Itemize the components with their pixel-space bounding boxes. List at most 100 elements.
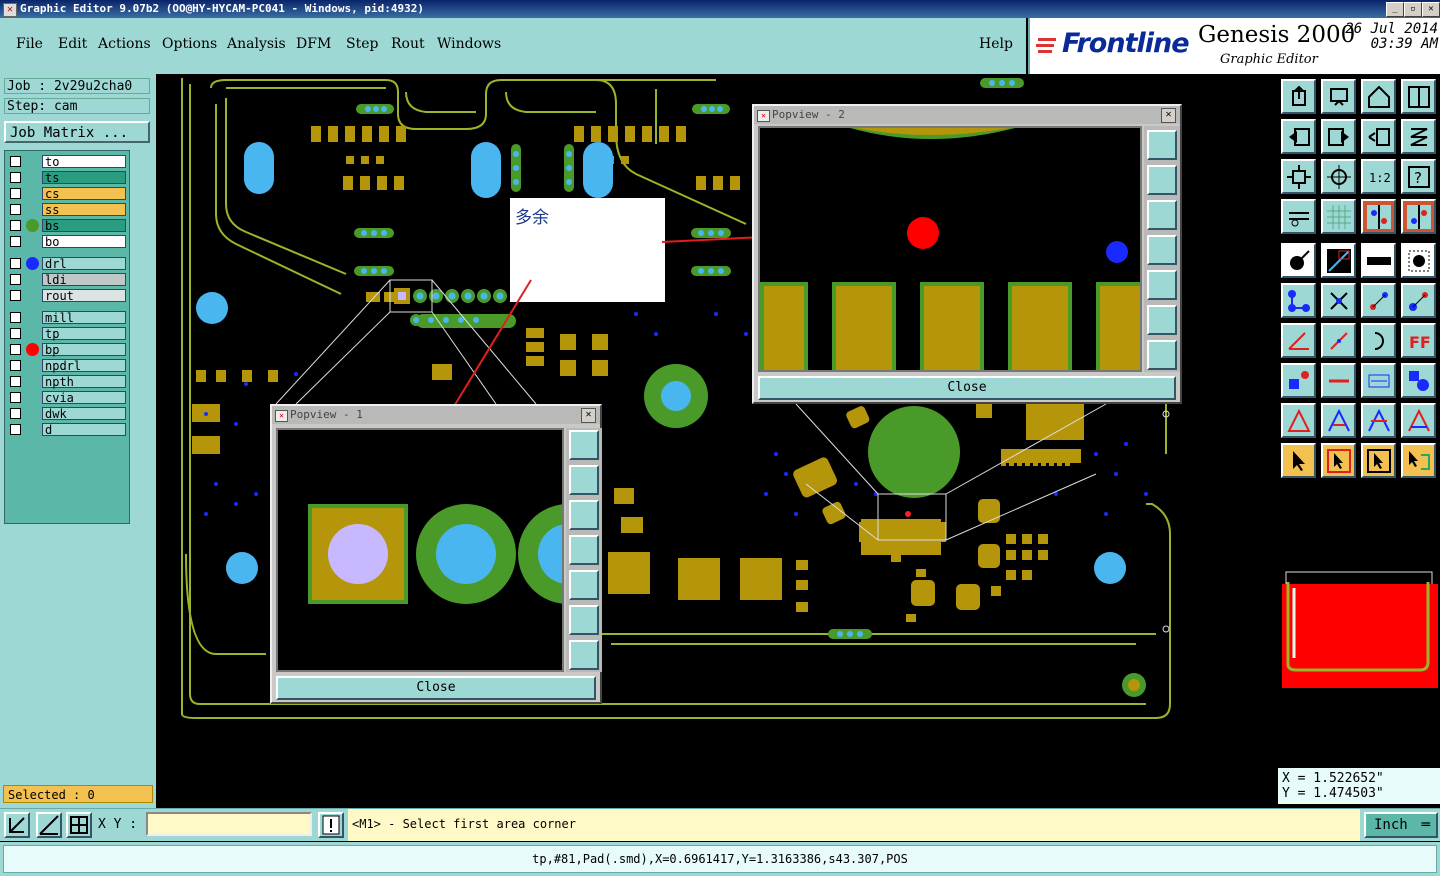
corner-feature-icon[interactable]	[1281, 363, 1316, 398]
layer-row-bo[interactable]: bo	[7, 235, 127, 249]
triangle-c-icon[interactable]	[1401, 403, 1436, 438]
layer-name[interactable]: d	[42, 423, 126, 437]
layer-name[interactable]: ts	[42, 171, 126, 185]
pan-left-icon[interactable]	[1281, 119, 1316, 154]
layer-name[interactable]: bs	[42, 219, 126, 233]
layer-name[interactable]: to	[42, 155, 126, 169]
layer-row-bp[interactable]: bp	[7, 343, 127, 357]
node-connect-icon[interactable]	[1281, 283, 1316, 318]
layer-name[interactable]: tp	[42, 327, 126, 341]
close-window-button[interactable]: ✕	[1422, 2, 1440, 17]
layer-row-to[interactable]: to	[7, 155, 127, 169]
layer-row-d[interactable]: d	[7, 423, 127, 437]
layer-name[interactable]: dwk	[42, 407, 126, 421]
menu-file[interactable]: File	[16, 36, 43, 52]
zoom-in-icon[interactable]	[569, 605, 599, 635]
layer-checkbox[interactable]	[10, 392, 21, 403]
layer-checkbox[interactable]	[10, 220, 21, 231]
menu-rout[interactable]: Rout	[391, 36, 425, 52]
layer-row-ldi[interactable]: ldi	[7, 273, 127, 287]
grid-snap-icon[interactable]	[66, 812, 92, 838]
flip-f-icon[interactable]: FF	[1401, 323, 1436, 358]
add-point-icon[interactable]	[1401, 283, 1436, 318]
pan-right-icon[interactable]	[569, 570, 599, 600]
arc-icon[interactable]	[1361, 323, 1396, 358]
layer-checkbox[interactable]	[10, 156, 21, 167]
house-icon[interactable]	[1361, 79, 1396, 114]
layer-name[interactable]: cs	[42, 187, 126, 201]
cross-cut-icon[interactable]	[1321, 283, 1356, 318]
pan-up-icon[interactable]	[569, 465, 599, 495]
popview-2-view[interactable]	[758, 126, 1142, 372]
shapes-icon[interactable]	[1401, 363, 1436, 398]
layer-name[interactable]: npth	[42, 375, 126, 389]
menu-windows[interactable]: Windows	[437, 36, 501, 52]
layer-row-npdrl[interactable]: npdrl	[7, 359, 127, 373]
layer-row-npth[interactable]: npth	[7, 375, 127, 389]
layer-down-icon[interactable]	[1321, 79, 1356, 114]
angle-snap-icon[interactable]	[36, 812, 62, 838]
minimize-button[interactable]: _	[1386, 2, 1404, 17]
rotate-icon[interactable]	[1361, 119, 1396, 154]
zoom-fit-icon[interactable]	[569, 430, 599, 460]
dimension-icon[interactable]	[1361, 363, 1396, 398]
layer-name[interactable]: ldi	[42, 273, 126, 287]
measure-tool-icon[interactable]	[1281, 199, 1316, 234]
popview-1-view[interactable]	[276, 428, 564, 672]
pointer-box-icon[interactable]	[1321, 443, 1356, 478]
snap-red-icon[interactable]	[1361, 199, 1396, 234]
layer-row-drl[interactable]: drl	[7, 257, 127, 271]
layer-name[interactable]: drl	[42, 257, 126, 271]
pan-right-icon[interactable]	[1147, 270, 1177, 300]
popview-2-close-button[interactable]: Close	[758, 376, 1176, 400]
grid-icon[interactable]	[1321, 199, 1356, 234]
snap-icon[interactable]	[4, 812, 30, 838]
pan-left-icon[interactable]	[1147, 235, 1177, 265]
zoom-out-icon[interactable]	[1147, 340, 1177, 370]
layer-row-dwk[interactable]: dwk	[7, 407, 127, 421]
draw-line-icon[interactable]	[1321, 243, 1356, 278]
window-split-icon[interactable]	[1401, 79, 1436, 114]
layer-name[interactable]: rout	[42, 289, 126, 303]
select-feature-icon[interactable]	[1281, 243, 1316, 278]
dotted-select-icon[interactable]	[1401, 243, 1436, 278]
pan-up-icon[interactable]	[1147, 165, 1177, 195]
scale-1-2-icon[interactable]: 1:2	[1361, 159, 1396, 194]
layer-row-rout[interactable]: rout	[7, 289, 127, 303]
menu-actions[interactable]: Actions	[98, 36, 151, 52]
pan-left-icon[interactable]	[569, 535, 599, 565]
info-icon[interactable]	[318, 812, 344, 838]
zoom-out-icon[interactable]	[569, 640, 599, 670]
triangle-a-icon[interactable]	[1321, 403, 1356, 438]
horizontal-line-icon[interactable]	[1321, 363, 1356, 398]
layer-name[interactable]: npdrl	[42, 359, 126, 373]
layer-checkbox[interactable]	[10, 312, 21, 323]
pan-down-icon[interactable]	[1147, 200, 1177, 230]
pointer-frame-icon[interactable]	[1361, 443, 1396, 478]
zoom-center-icon[interactable]	[1321, 159, 1356, 194]
pan-down-icon[interactable]	[569, 500, 599, 530]
layer-row-tp[interactable]: tp	[7, 327, 127, 341]
layer-checkbox[interactable]	[10, 424, 21, 435]
layer-name[interactable]: ss	[42, 203, 126, 217]
popview-1-close-x[interactable]: ✕	[581, 408, 596, 423]
layer-checkbox[interactable]	[10, 344, 21, 355]
menu-help[interactable]: Help	[979, 36, 1013, 52]
layer-row-ss[interactable]: ss	[7, 203, 127, 217]
layer-name[interactable]: bo	[42, 235, 126, 249]
overview-map[interactable]	[1280, 568, 1440, 688]
menu-dfm[interactable]: DFM	[296, 36, 331, 52]
job-matrix-button[interactable]: Job Matrix ...	[4, 121, 150, 143]
fit-view-icon[interactable]	[1281, 159, 1316, 194]
help-query-icon[interactable]: ?	[1401, 159, 1436, 194]
layer-name[interactable]: mill	[42, 311, 126, 325]
popview-2-close-x[interactable]: ✕	[1161, 108, 1176, 123]
layer-checkbox[interactable]	[10, 328, 21, 339]
mirror-icon[interactable]	[1401, 119, 1436, 154]
layer-name[interactable]: cvia	[42, 391, 126, 405]
layer-row-ts[interactable]: ts	[7, 171, 127, 185]
menu-options[interactable]: Options	[162, 36, 217, 52]
layer-row-mill[interactable]: mill	[7, 311, 127, 325]
layer-checkbox[interactable]	[10, 188, 21, 199]
menu-edit[interactable]: Edit	[58, 36, 87, 52]
